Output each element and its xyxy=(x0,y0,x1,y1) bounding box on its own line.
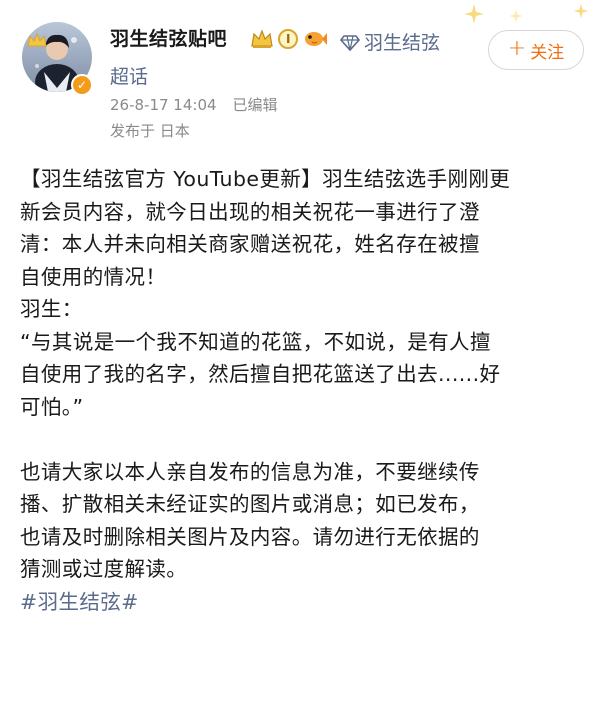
level-badge[interactable]: Ⅰ xyxy=(278,29,299,49)
body-line: 羽生： xyxy=(20,297,83,321)
body-line: 新会员内容，就今日出现的相关祝花一事进行了澄 xyxy=(20,199,480,224)
avatar[interactable]: ✓ xyxy=(22,22,93,96)
body-line: 可怕。” xyxy=(20,394,84,419)
body-line: 自使用了我的名字，然后擅自把花篮送了出去......好 xyxy=(20,362,501,386)
post-body: 【羽生结弦官方 YouTube更新】羽生结弦选手刚刚更 新会员内容，就今日出现的… xyxy=(20,163,585,618)
hashtag-link[interactable]: #羽生结弦# xyxy=(20,590,139,614)
post-timestamp: 26-8-17 14:04 xyxy=(110,96,217,114)
chaohua-label-continued[interactable]: 超话 xyxy=(110,62,148,89)
follow-label: 关注 xyxy=(530,42,565,63)
crown-icon xyxy=(251,29,273,48)
body-line: “与其说是一个我不知道的花篮，不如说，是有人擅 xyxy=(20,329,491,354)
user-badges: Ⅰ xyxy=(250,26,328,52)
body-line: 也请及时删除相关图片及内容。请勿进行无依据的 xyxy=(20,524,480,549)
sparkle-icon xyxy=(573,3,589,19)
hashtag-line: #羽生结弦# xyxy=(20,586,585,619)
diamond-chaohua-icon xyxy=(340,34,360,51)
body-line: 播、扩散相关未经证实的图片或消息；如已发布， xyxy=(20,492,480,516)
plus-icon: + xyxy=(507,36,527,61)
post-header: ✓ 羽生结弦贴吧 Ⅰ 羽生结弦 超话 + 关注 26-8-17 14:04 已编… xyxy=(0,0,600,150)
chaohua-label: 羽生结弦 xyxy=(364,32,441,54)
body-line: 猜测或过度解读。 xyxy=(20,557,188,581)
sparkle-icon xyxy=(464,4,484,24)
edited-label[interactable]: 已编辑 xyxy=(233,96,278,114)
body-line: 清：本人并未向相关商家赠送祝花，姓名存在被擅 xyxy=(20,232,480,256)
verified-badge-icon: ✓ xyxy=(71,74,93,96)
post-location: 发布于 日本 xyxy=(110,122,190,140)
author-name[interactable]: 羽生结弦贴吧 xyxy=(110,24,227,51)
post-meta: 26-8-17 14:04 已编辑 xyxy=(110,94,278,115)
fish-badge-icon xyxy=(305,32,328,46)
sparkle-icon xyxy=(509,9,523,23)
body-line: 【羽生结弦官方 YouTube更新】羽生结弦选手刚刚更 xyxy=(20,167,511,191)
chaohua-link[interactable]: 羽生结弦 xyxy=(340,28,440,55)
crown-icon xyxy=(27,32,47,47)
body-line: 自使用的情况！ xyxy=(20,264,167,289)
follow-button[interactable]: + 关注 xyxy=(488,30,584,70)
body-line: 也请大家以本人亲自发布的信息为准，不要继续传 xyxy=(20,459,480,484)
